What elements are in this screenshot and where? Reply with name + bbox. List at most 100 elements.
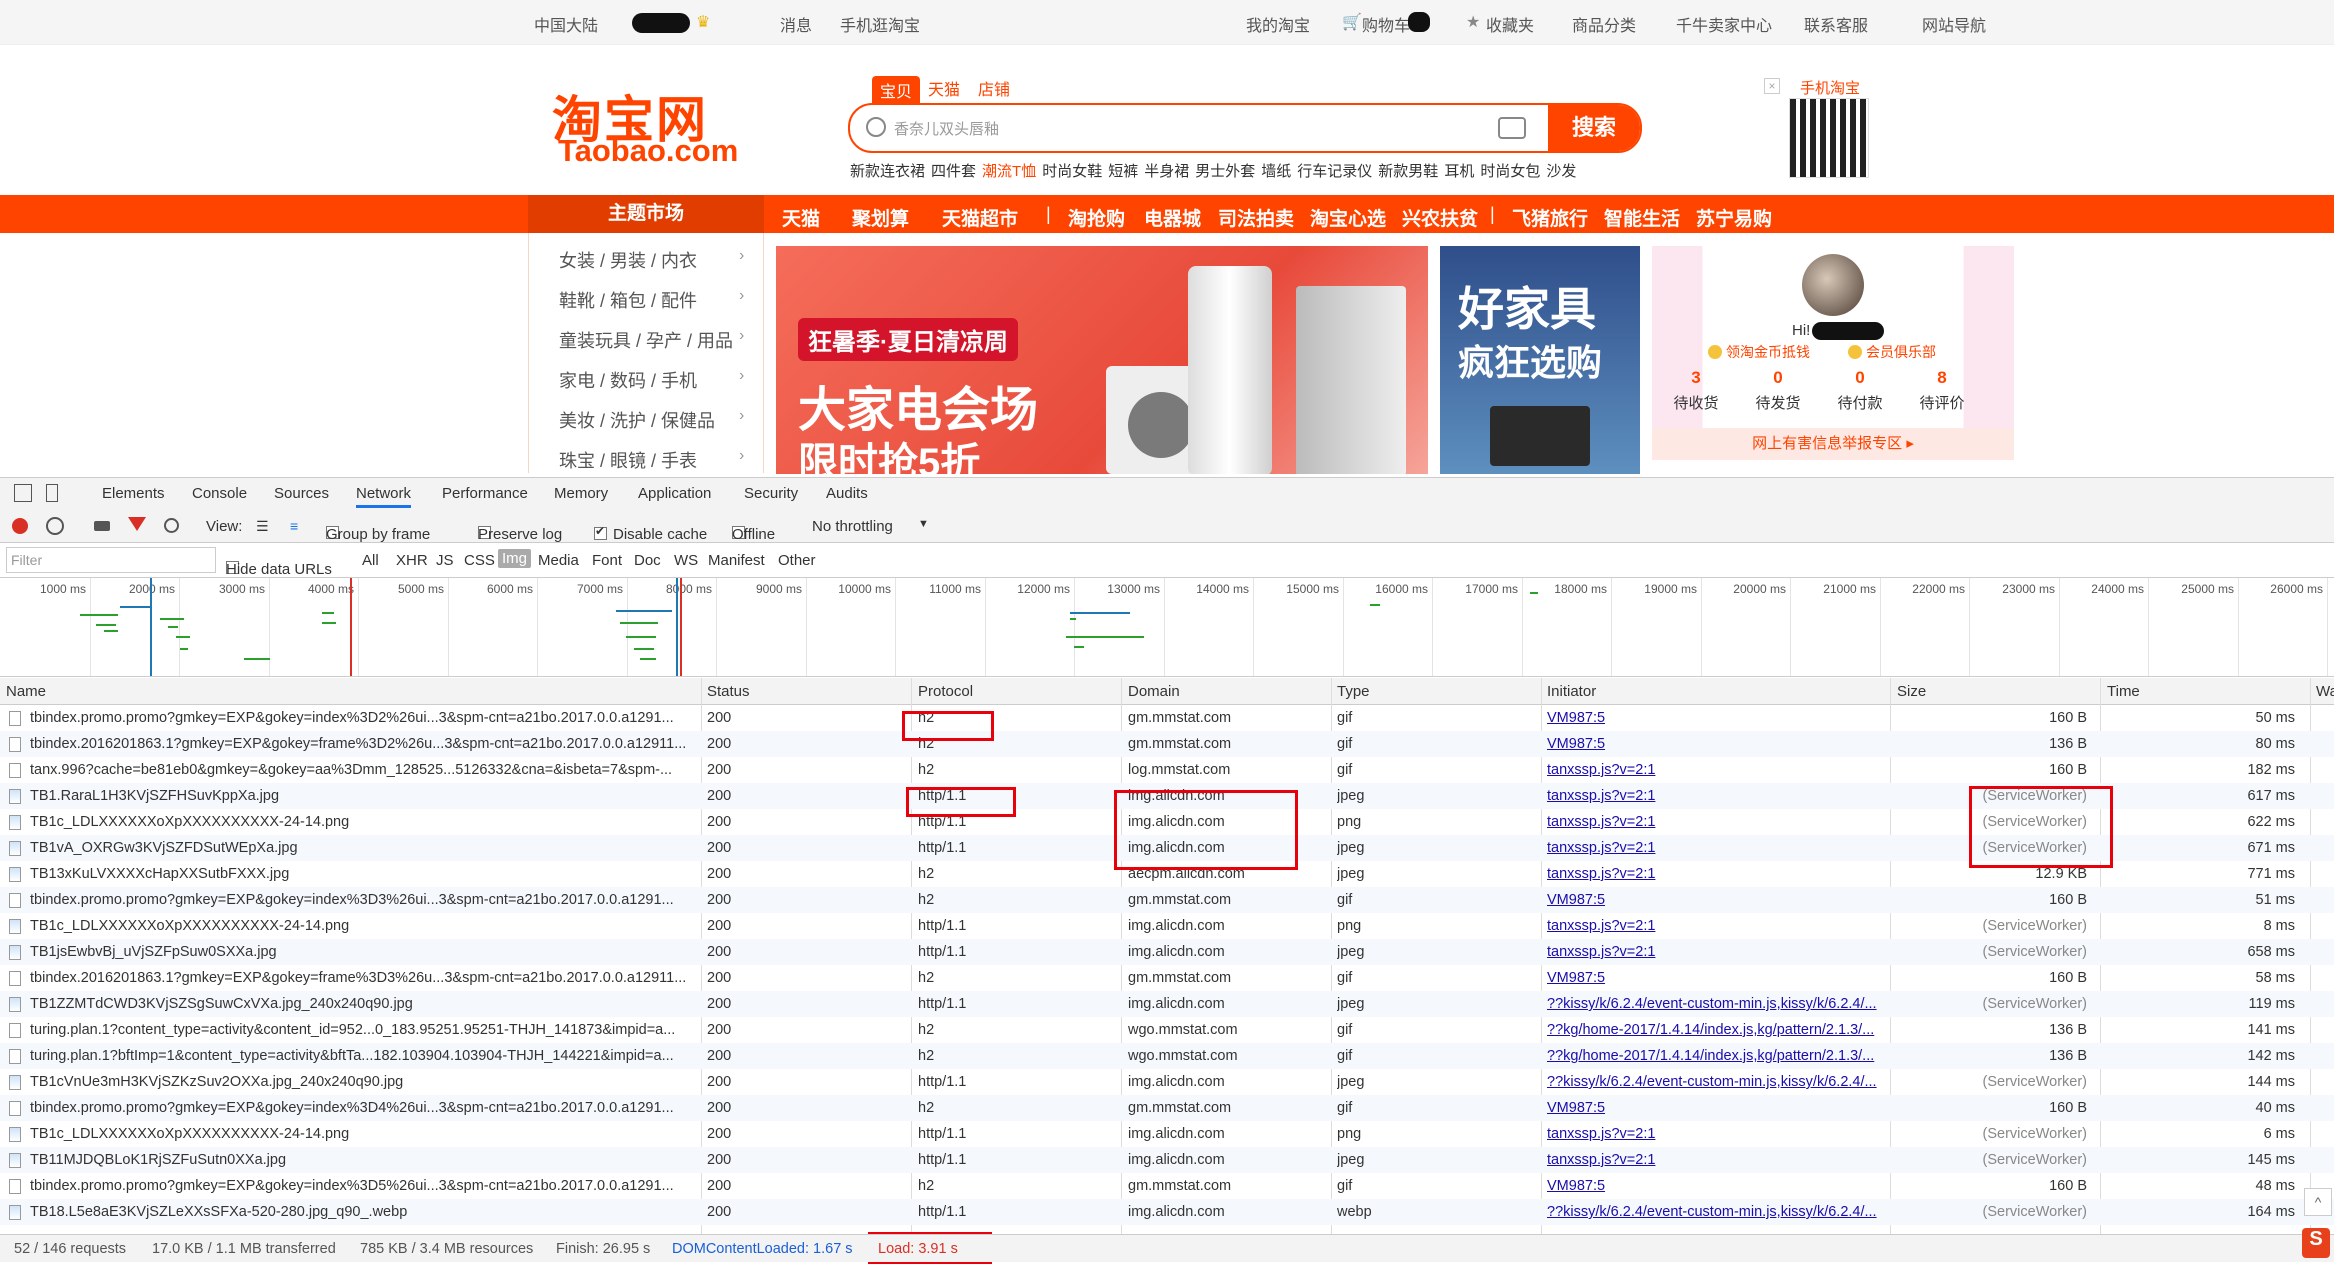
table-row[interactable]: tbindex.promo.promo?gmkey=EXP&gokey=inde… [0,1095,2334,1121]
nav-item-tmall-market[interactable]: 天猫超市 [942,204,1018,231]
inspect-icon[interactable] [14,484,32,502]
table-row[interactable]: TB18.L5e8aE3KVjSZLeXXsSFXa-520-280.jpg_q… [0,1199,2334,1225]
avatar[interactable] [1802,254,1864,316]
cell-initiator[interactable]: tanxssp.js?v=2:1 [1547,866,1887,882]
column-header-protocol[interactable]: Protocol [918,683,973,700]
cell-initiator[interactable]: ??kg/home-2017/1.4.14/index.js,kg/patter… [1547,1048,1887,1064]
nav-item-suning[interactable]: 苏宁易购 [1696,204,1772,231]
column-header-time[interactable]: Time [2107,683,2140,700]
type-filter-doc[interactable]: Doc [634,552,661,569]
network-overview-timeline[interactable]: 1000 ms 2000 ms 3000 ms 4000 ms 5000 ms 6000 … [0,578,2334,677]
search-tab-items[interactable]: 宝贝 [872,76,921,104]
table-row[interactable]: turing.plan.1?bftImp=1&content_type=acti… [0,1043,2334,1069]
camera-icon[interactable] [1498,117,1526,139]
throttling-select[interactable]: No throttling [812,518,893,535]
clear-icon[interactable] [46,517,64,535]
table-row[interactable]: TB1c_LDLXXXXXXoXpXXXXXXXXXX-24-14.png 200… [0,913,2334,939]
table-row[interactable]: TB11MJDQBLoK1RjSZFuSutn0XXa.jpg 200 http/1… [0,1147,2334,1173]
table-row[interactable]: tbindex.2016201863.1?gmkey=EXP&gokey=fra… [0,965,2334,991]
table-row[interactable]: tbindex.promo.promo?gmkey=EXP&gokey=inde… [0,887,2334,913]
search-tab-shops[interactable]: 店铺 [978,76,1010,100]
table-row[interactable]: tbindex.2016201863.1?gmkey=EXP&gokey=fra… [0,731,2334,757]
cell-initiator[interactable]: tanxssp.js?v=2:1 [1547,788,1887,804]
screenshot-icon[interactable] [94,521,110,531]
hotword[interactable]: 沙发 [1546,163,1576,180]
table-row[interactable]: turing.plan.1?content_type=activity&cont… [0,1017,2334,1043]
stat-label[interactable]: 待收货 [1656,392,1736,413]
tab-application[interactable]: Application [638,485,711,502]
table-row[interactable]: TB1cVnUe3mH3KVjSZKzSuv2OXXa.jpg_240x240q… [0,1069,2334,1095]
list-view-icon[interactable]: ☰ [256,518,269,535]
search-button[interactable]: 搜索 [1548,105,1640,151]
disable-cache-checkbox[interactable]: Disable cache [594,518,707,543]
nav-item-taoqianggou[interactable]: 淘抢购 [1068,204,1125,231]
search-input[interactable]: 香奈儿双头唇釉 [894,118,999,139]
category-item[interactable]: 鞋靴 / 箱包 / 配件 [559,287,697,313]
hotword[interactable]: 墙纸 [1261,163,1291,180]
member-club-badge[interactable]: 会员俱乐部 [1848,342,1936,362]
type-filter-js[interactable]: JS [436,552,454,569]
stat-label[interactable]: 待评价 [1902,392,1982,413]
category-item[interactable]: 女装 / 男装 / 内衣 [559,247,697,273]
column-header-initiator[interactable]: Initiator [1547,683,1596,700]
hotword[interactable]: 新款连衣裙 [850,163,925,180]
category-item[interactable]: 家电 / 数码 / 手机 [559,367,697,393]
nav-item-xinxuan[interactable]: 淘宝心选 [1310,204,1386,231]
promo-banner-furniture[interactable]: 好家具 疯狂选购 [1440,246,1640,474]
service-link[interactable]: 联系客服 [1804,12,1868,36]
cell-initiator[interactable]: ??kg/home-2017/1.4.14/index.js,kg/patter… [1547,1022,1887,1038]
scroll-up-button[interactable]: ^ [2304,1188,2332,1216]
cell-initiator[interactable]: tanxssp.js?v=2:1 [1547,762,1887,778]
stat-label[interactable]: 待发货 [1738,392,1818,413]
stat-count[interactable]: 3 [1666,368,1726,388]
hotword[interactable]: 潮流T恤 [982,163,1036,180]
filter-icon[interactable] [128,517,146,531]
type-filter-css[interactable]: CSS [464,552,495,569]
nav-item-appliance[interactable]: 电器城 [1144,204,1201,231]
hotword[interactable]: 行车记录仪 [1297,163,1372,180]
stat-label[interactable]: 待付款 [1820,392,1900,413]
cell-initiator[interactable]: ??kissy/k/6.2.4/event-custom-min.js,kiss… [1547,1204,1887,1220]
type-filter-manifest[interactable]: Manifest [708,552,765,569]
hotword[interactable]: 四件套 [931,163,976,180]
region-selector[interactable]: 中国大陆 [534,12,598,36]
messages-link[interactable]: 消息 [780,12,812,36]
column-header-waterfall[interactable]: Wa [2316,683,2334,700]
category-item[interactable]: 美妆 / 洗护 / 保健品 [559,407,715,433]
hotword[interactable]: 短裤 [1108,163,1138,180]
gold-coin-badge[interactable]: 领淘金币抵钱 [1708,342,1810,362]
waterfall-view-icon[interactable]: ≡ [290,518,298,534]
tab-network[interactable]: Network [356,485,412,508]
device-toggle-icon[interactable] [46,484,58,502]
type-filter-other[interactable]: Other [778,552,816,569]
cell-initiator[interactable]: tanxssp.js?v=2:1 [1547,944,1887,960]
type-filter-ws[interactable]: WS [674,552,698,569]
type-filter-xhr[interactable]: XHR [396,552,428,569]
cell-initiator[interactable]: tanxssp.js?v=2:1 [1547,814,1887,830]
my-taobao-link[interactable]: 我的淘宝 [1246,12,1310,36]
tab-elements[interactable]: Elements [102,485,165,502]
cart-link[interactable]: 购物车 [1362,12,1410,36]
category-item[interactable]: 童装玩具 / 孕产 / 用品 [559,327,733,353]
column-header-type[interactable]: Type [1337,683,1370,700]
close-icon[interactable]: × [1764,78,1780,94]
table-row[interactable]: tbindex.promo.promo?gmkey=EXP&gokey=inde… [0,1173,2334,1199]
promo-banner-appliances[interactable]: 狂暑季·夏日清凉周 大家电会场 限时抢5折 [776,246,1428,474]
hotword[interactable]: 时尚女鞋 [1042,163,1102,180]
cell-initiator[interactable]: ??kissy/k/6.2.4/event-custom-min.js,kiss… [1547,1074,1887,1090]
type-filter-font[interactable]: Font [592,552,622,569]
hotword[interactable]: 半身裙 [1144,163,1189,180]
taobao-logo-en[interactable]: Taobao.com [558,133,738,169]
site-nav-link[interactable]: 网站导航 [1922,12,1986,36]
table-row[interactable]: TB1jsEwbvBj_uVjSZFpSuw0SXXa.jpg 200 http/1… [0,939,2334,965]
type-filter-all[interactable]: All [362,552,379,569]
cell-initiator[interactable]: VM987:5 [1547,892,1887,908]
tab-console[interactable]: Console [192,485,247,502]
type-filter-media[interactable]: Media [538,552,579,569]
cell-initiator[interactable]: VM987:5 [1547,1100,1887,1116]
filter-input[interactable]: Filter [6,547,216,573]
table-row[interactable]: tanx.996?cache=be81eb0&gmkey=&gokey=aa%3… [0,757,2334,783]
column-header-domain[interactable]: Domain [1128,683,1180,700]
search-icon[interactable] [164,518,179,533]
cell-initiator[interactable]: tanxssp.js?v=2:1 [1547,918,1887,934]
